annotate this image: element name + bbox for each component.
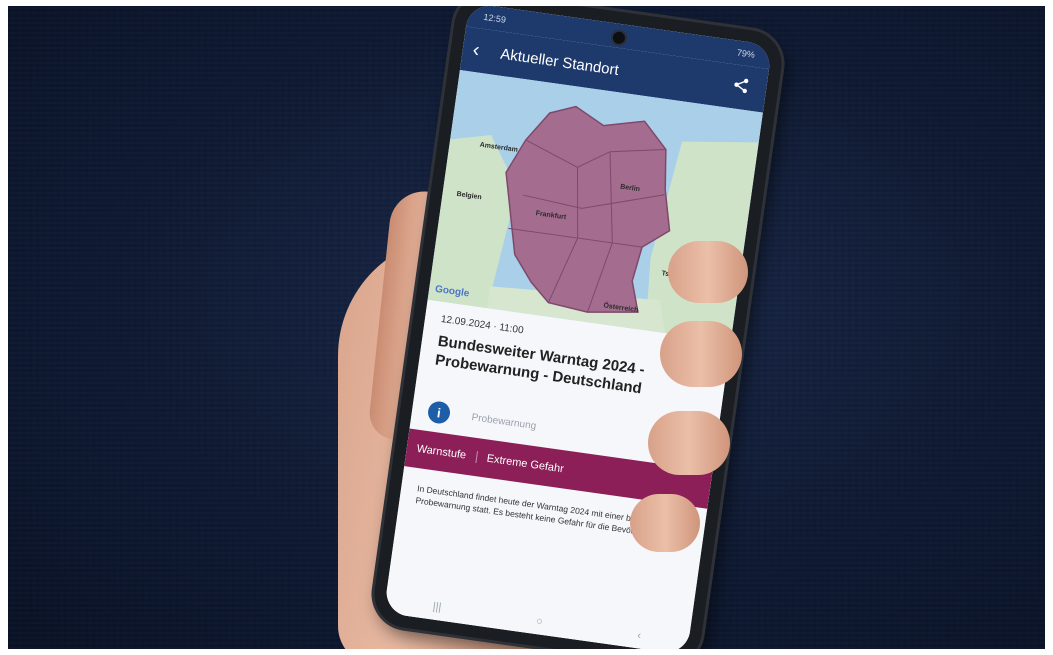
back-button[interactable]: ‹ bbox=[637, 629, 642, 641]
photo: 12:59 79% ‹ Aktueller Standort Amsterdam… bbox=[8, 6, 1045, 649]
finger-ring bbox=[648, 411, 730, 475]
info-icon: i bbox=[426, 400, 452, 425]
chevron-left-icon[interactable]: ‹ bbox=[471, 38, 502, 65]
finger-middle bbox=[660, 321, 742, 387]
status-battery: 79% bbox=[736, 47, 756, 60]
recent-apps-button[interactable]: ||| bbox=[432, 601, 442, 614]
finger-index bbox=[668, 241, 748, 303]
warning-level-value: Extreme Gefahr bbox=[485, 452, 565, 476]
alert-type-label: Probewarnung bbox=[470, 411, 537, 432]
warning-level-key: Warnstufe bbox=[406, 441, 478, 464]
finger-little bbox=[630, 494, 700, 552]
status-time: 12:59 bbox=[482, 11, 507, 25]
home-button[interactable]: ○ bbox=[535, 615, 543, 628]
share-icon[interactable] bbox=[731, 75, 758, 101]
